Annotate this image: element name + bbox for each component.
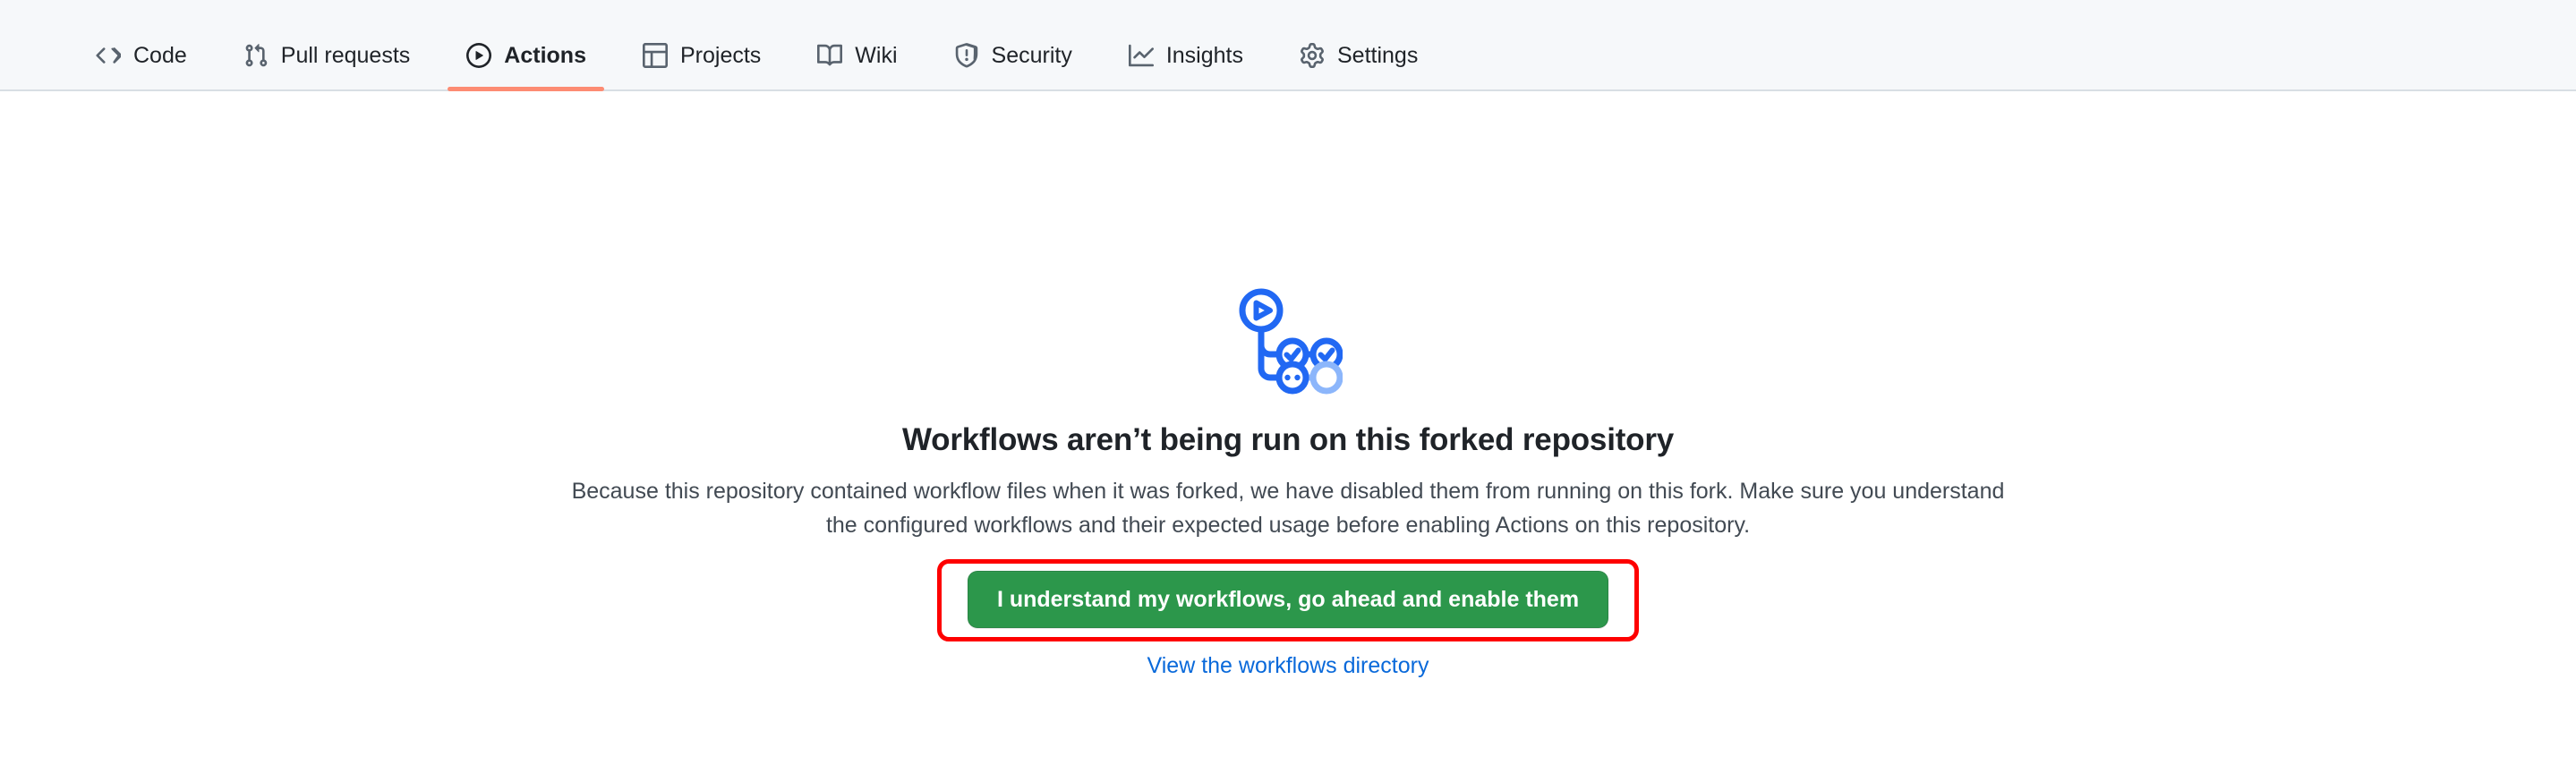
play-circle-icon bbox=[465, 21, 492, 69]
book-icon bbox=[816, 21, 843, 69]
git-pull-request-icon bbox=[243, 21, 269, 69]
repository-nav-list: Code Pull requests Actions Projects Wiki… bbox=[0, 0, 2576, 91]
nav-item-label: Wiki bbox=[855, 42, 898, 68]
github-actions-logo bbox=[1239, 288, 1343, 395]
code-icon bbox=[95, 21, 122, 69]
repository-nav: Code Pull requests Actions Projects Wiki… bbox=[0, 0, 2576, 91]
blankslate-description: Because this repository contained workfl… bbox=[571, 479, 2005, 538]
shield-alert-icon bbox=[953, 21, 980, 69]
nav-item-settings[interactable]: Settings bbox=[1281, 0, 1436, 89]
nav-item-wiki[interactable]: Wiki bbox=[798, 0, 915, 89]
enable-workflows-button[interactable]: I understand my workflows, go ahead and … bbox=[967, 571, 1609, 628]
nav-item-label: Pull requests bbox=[280, 42, 411, 68]
nav-item-label: Code bbox=[133, 42, 187, 68]
page-title: Workflows aren’t being run on this forke… bbox=[901, 422, 1675, 457]
gear-icon bbox=[1299, 21, 1326, 69]
enable-workflows-cta: I understand my workflows, go ahead and … bbox=[936, 559, 1640, 641]
nav-item-label: Security bbox=[991, 42, 1072, 68]
nav-item-label: Settings bbox=[1337, 42, 1419, 68]
nav-item-pull-requests[interactable]: Pull requests bbox=[225, 0, 429, 89]
nav-item-projects[interactable]: Projects bbox=[624, 0, 779, 89]
nav-item-insights[interactable]: Insights bbox=[1110, 0, 1261, 89]
nav-item-code[interactable]: Code bbox=[77, 0, 205, 89]
workflows-blankslate: Workflows aren’t being run on this forke… bbox=[0, 91, 2576, 679]
nav-item-security[interactable]: Security bbox=[935, 0, 1090, 89]
nav-item-actions[interactable]: Actions bbox=[448, 0, 604, 91]
nav-item-label: Actions bbox=[504, 42, 586, 68]
table-icon bbox=[642, 21, 669, 69]
view-workflows-directory-link[interactable]: View the workflows directory bbox=[1147, 653, 1429, 679]
nav-item-label: Projects bbox=[679, 42, 762, 68]
graph-icon bbox=[1128, 21, 1155, 69]
nav-item-label: Insights bbox=[1165, 42, 1243, 68]
